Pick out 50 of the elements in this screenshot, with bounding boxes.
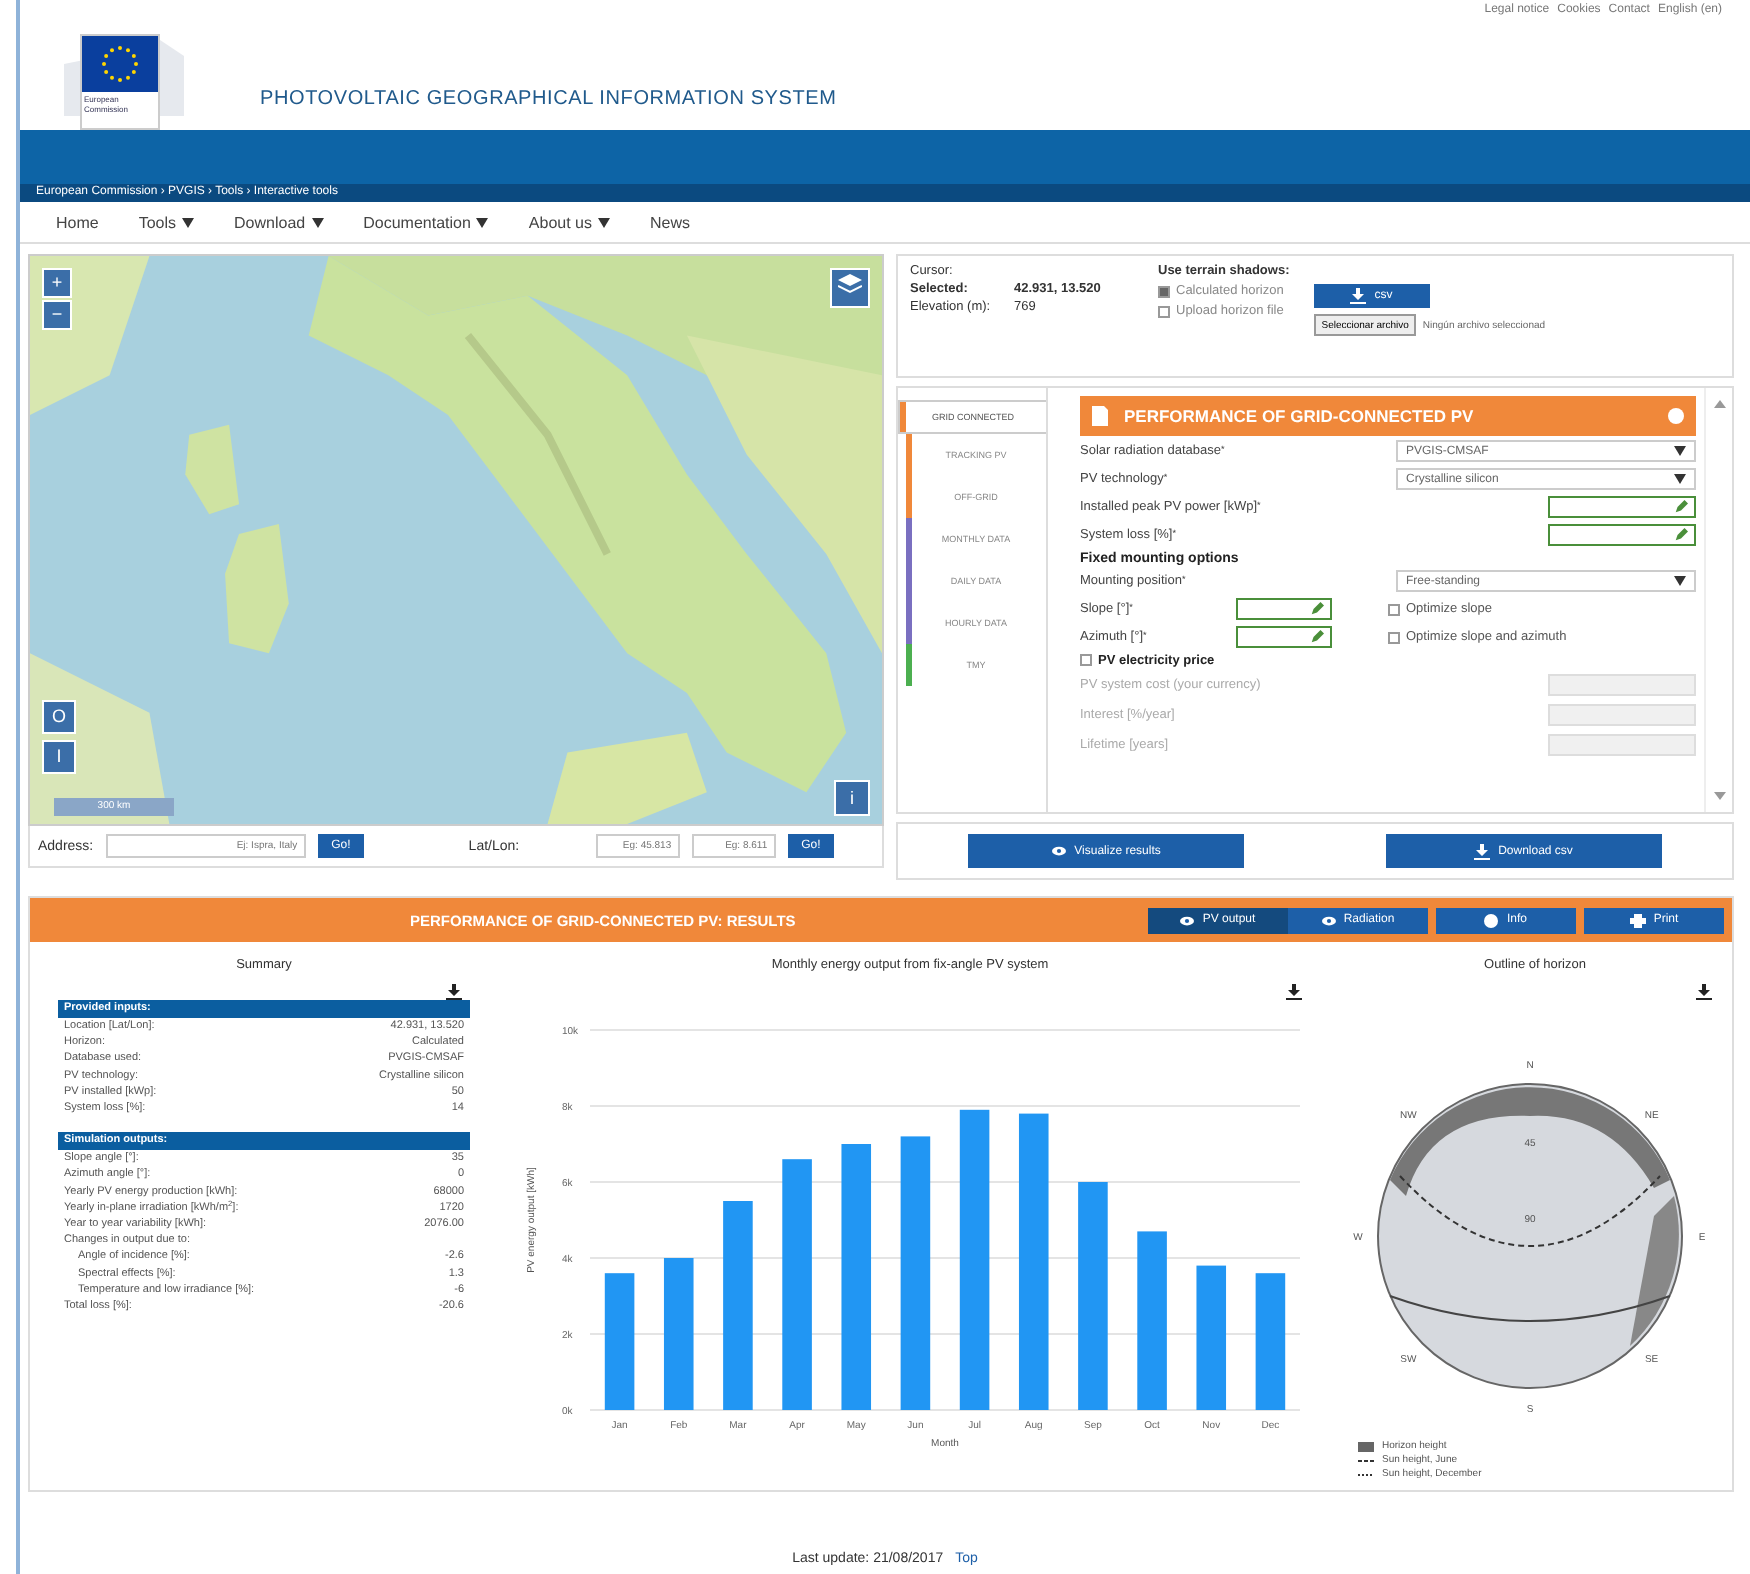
swatch — [1358, 1441, 1374, 1451]
help-icon[interactable] — [1668, 407, 1684, 424]
checkbox[interactable] — [1388, 603, 1400, 616]
download-icon[interactable] — [1350, 288, 1367, 304]
nav-item[interactable]: News — [650, 213, 691, 231]
info-icon — [1484, 913, 1499, 927]
nav-item[interactable]: About us — [528, 213, 610, 231]
document-icon — [1092, 405, 1108, 426]
eye-icon — [1052, 846, 1067, 857]
zoom-in-button[interactable]: + — [42, 268, 72, 298]
input-field[interactable] — [1236, 626, 1332, 649]
eye-icon — [1321, 915, 1336, 925]
bar — [1255, 1273, 1286, 1410]
nav-item[interactable]: Documentation — [363, 213, 489, 231]
zoom-out-button[interactable]: − — [42, 300, 72, 330]
map-tool-button[interactable]: I — [42, 740, 76, 774]
eye-icon — [1180, 915, 1195, 925]
caret-icon — [182, 217, 195, 227]
checkbox[interactable] — [1388, 631, 1400, 644]
scroll-down-icon[interactable] — [1713, 792, 1725, 801]
eu-flag-icon — [82, 36, 158, 92]
bar — [604, 1273, 635, 1410]
caret-icon — [476, 217, 489, 227]
layers-button[interactable] — [830, 268, 870, 308]
checkbox[interactable] — [1158, 305, 1170, 317]
caret-icon — [1674, 474, 1686, 485]
nav-item[interactable]: Download — [234, 213, 324, 231]
scroll-up-icon[interactable] — [1713, 399, 1725, 408]
checkbox[interactable] — [1158, 285, 1170, 297]
input-field[interactable] — [1548, 524, 1696, 547]
nav-item[interactable]: Tools — [138, 213, 195, 231]
nav-item[interactable]: Home — [56, 213, 99, 231]
site-title: PHOTOVOLTAIC GEOGRAPHICAL INFORMATION SYSTEM — [260, 88, 837, 114]
map-tool-button[interactable]: O — [42, 700, 76, 734]
download-icon[interactable] — [1286, 984, 1302, 1000]
caret-icon — [598, 217, 610, 227]
checkbox[interactable] — [1080, 654, 1092, 667]
form-title: PERFORMANCE OF GRID-CONNECTED PV — [1124, 405, 1476, 426]
caret-icon — [1674, 576, 1686, 587]
download-icon[interactable] — [446, 984, 462, 1000]
dashed-line-icon — [1358, 1457, 1374, 1463]
caret-icon — [1674, 446, 1686, 457]
dotted-line-icon — [1358, 1471, 1374, 1477]
download-icon[interactable] — [1474, 843, 1491, 860]
caret-icon — [311, 217, 324, 227]
layers-icon — [838, 274, 862, 294]
info-button[interactable]: i — [834, 780, 870, 816]
input-field[interactable] — [1548, 496, 1696, 519]
download-icon[interactable] — [1696, 984, 1712, 1000]
input-field[interactable] — [1236, 598, 1332, 621]
